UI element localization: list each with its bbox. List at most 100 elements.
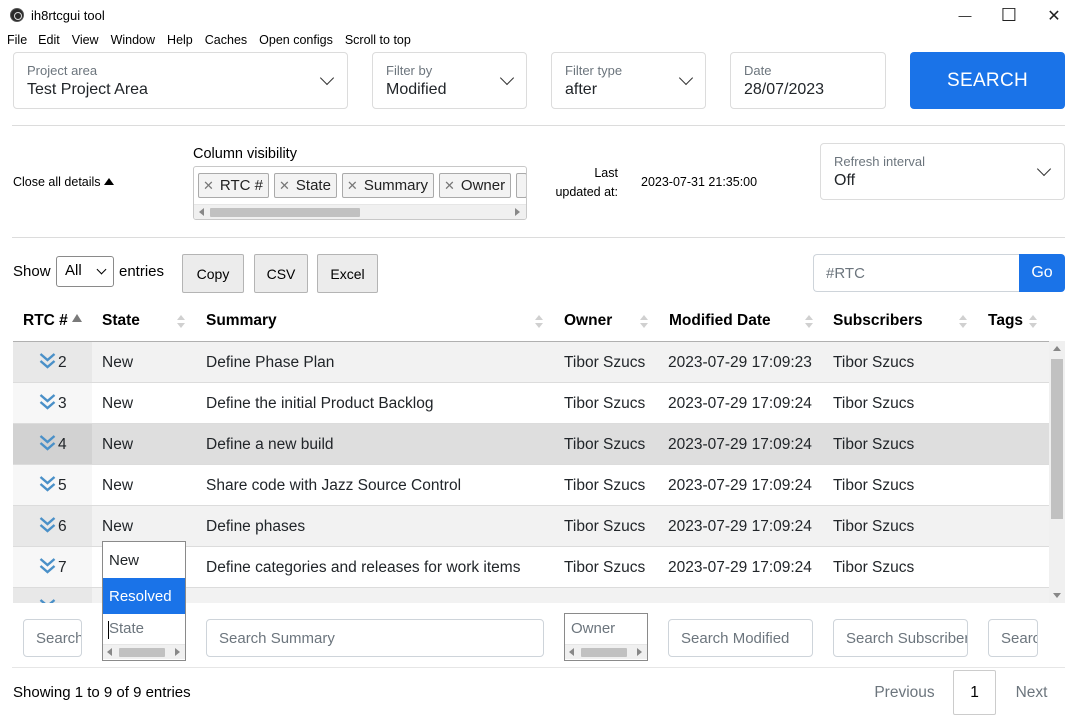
scroll-thumb[interactable] xyxy=(210,208,360,217)
go-button[interactable]: Go xyxy=(1019,254,1065,292)
expand-details-icon[interactable] xyxy=(39,516,56,534)
column-header-tags[interactable]: Tags xyxy=(988,312,1023,330)
chevron-down-icon xyxy=(319,70,335,86)
menu-view[interactable]: View xyxy=(72,31,99,51)
owner-filter-scrollbar[interactable] xyxy=(565,644,647,659)
cell-rtc[interactable]: 2 xyxy=(13,342,92,382)
menu-open-configs[interactable]: Open configs xyxy=(259,31,333,51)
rtc-number[interactable]: 2 xyxy=(58,354,67,372)
rtc-number[interactable]: 7 xyxy=(58,559,67,577)
remove-icon[interactable]: ✕ xyxy=(203,178,214,194)
column-visibility-label: Column visibility xyxy=(193,146,297,162)
scroll-right-icon[interactable] xyxy=(637,648,642,656)
date-field[interactable]: Date 28/07/2023 xyxy=(730,52,886,109)
menu-file[interactable]: File xyxy=(7,31,27,51)
cell-rtc[interactable]: 3 xyxy=(13,383,92,423)
cell-rtc[interactable]: 7 xyxy=(13,547,92,587)
rtc-number[interactable]: 4 xyxy=(58,436,67,454)
copy-button[interactable]: Copy xyxy=(182,254,244,293)
column-header-owner[interactable]: Owner xyxy=(564,312,612,330)
cell-rtc[interactable]: 4 xyxy=(13,424,92,464)
state-filter-scrollbar[interactable] xyxy=(103,644,185,659)
search-summary-input[interactable]: Search Summary xyxy=(206,619,544,657)
refresh-interval-value: Off xyxy=(834,172,856,189)
table-row[interactable]: 4 New Define a new build Tibor Szucs 2023-07… xyxy=(13,424,1049,465)
project-area-select[interactable]: Project area Test Project Area xyxy=(13,52,348,109)
scroll-left-icon[interactable] xyxy=(107,648,112,656)
rtc-number[interactable]: 6 xyxy=(58,518,67,536)
close-all-details-button[interactable]: Close all details xyxy=(13,175,114,189)
expand-details-icon[interactable] xyxy=(39,557,56,575)
scroll-left-icon[interactable] xyxy=(569,648,574,656)
table-scrollbar[interactable] xyxy=(1049,341,1065,603)
entries-length-select[interactable]: All xyxy=(56,256,114,287)
expand-details-icon[interactable] xyxy=(39,475,56,493)
cell-rtc[interactable]: 5 xyxy=(13,465,92,505)
previous-page-button[interactable]: Previous xyxy=(862,670,947,715)
menu-help[interactable]: Help xyxy=(167,31,193,51)
filter-by-select[interactable]: Filter by Modified xyxy=(372,52,527,109)
cell-rtc[interactable] xyxy=(13,588,92,603)
table-row[interactable]: 3 New Define the initial Product Backlog Ti… xyxy=(13,383,1049,424)
menu-scroll-to-top[interactable]: Scroll to top xyxy=(345,31,411,51)
owner-filter-select[interactable]: Owner xyxy=(564,613,648,661)
column-header-rtc[interactable]: RTC # xyxy=(23,312,68,330)
search-subscribers-input[interactable]: Search Subscribers xyxy=(833,619,968,657)
scroll-right-icon[interactable] xyxy=(515,208,520,216)
column-visibility-scrollbar[interactable] xyxy=(194,204,526,219)
column-header-summary[interactable]: Summary xyxy=(206,312,277,330)
search-rtc-input[interactable]: Search xyxy=(23,619,82,657)
title-bar xyxy=(0,0,1078,31)
expand-details-icon[interactable] xyxy=(39,434,56,452)
table-row[interactable]: 2 New Define Phase Plan Tibor Szucs 2023-07-… xyxy=(13,342,1049,383)
remove-icon[interactable]: ✕ xyxy=(279,178,290,194)
minimize-button[interactable]: — xyxy=(942,0,988,31)
state-option-resolved[interactable]: Resolved xyxy=(103,578,185,614)
rtc-number[interactable]: 5 xyxy=(58,477,67,495)
search-button[interactable]: SEARCH xyxy=(910,52,1065,109)
scroll-down-icon[interactable] xyxy=(1053,593,1061,598)
csv-button[interactable]: CSV xyxy=(254,254,308,293)
cell-state: New xyxy=(102,436,134,453)
cell-rtc[interactable]: 6 xyxy=(13,506,92,546)
menu-caches[interactable]: Caches xyxy=(205,31,247,51)
date-label: Date xyxy=(744,63,772,78)
sort-icon xyxy=(1029,315,1037,329)
next-page-button[interactable]: Next xyxy=(1005,670,1058,715)
table-row[interactable]: 5 New Share code with Jazz Source Control T… xyxy=(13,465,1049,506)
column-header-modified-date[interactable]: Modified Date xyxy=(669,312,771,330)
scroll-thumb[interactable] xyxy=(1051,359,1063,519)
expand-details-icon[interactable] xyxy=(39,352,56,370)
excel-button[interactable]: Excel xyxy=(317,254,378,293)
state-option-new[interactable]: New xyxy=(103,542,185,578)
page-1-button[interactable]: 1 xyxy=(953,670,996,715)
rtc-number[interactable]: 3 xyxy=(58,395,67,413)
sort-icon xyxy=(640,315,648,329)
search-modified-input[interactable]: Search Modified xyxy=(668,619,813,657)
scroll-up-icon[interactable] xyxy=(1053,346,1061,351)
refresh-interval-select[interactable]: Refresh interval Off xyxy=(820,143,1065,200)
cell-modified-date: 2023-07-29 17:09:23 xyxy=(668,354,812,371)
expand-details-icon[interactable] xyxy=(39,393,56,411)
cell-summary: Share code with Jazz Source Control xyxy=(206,477,462,494)
maximize-button[interactable]: ☐ xyxy=(986,0,1032,31)
menu-window[interactable]: Window xyxy=(111,31,155,51)
scroll-thumb[interactable] xyxy=(581,648,627,657)
remove-icon[interactable]: ✕ xyxy=(347,178,358,194)
rtc-number-input[interactable]: #RTC xyxy=(813,254,1020,292)
cell-modified-date: 2023-07-29 17:09:24 xyxy=(668,395,812,412)
sort-icon xyxy=(959,315,967,329)
search-tags-input[interactable]: Search Tags xyxy=(988,619,1038,657)
remove-icon[interactable]: ✕ xyxy=(444,178,455,194)
menu-edit[interactable]: Edit xyxy=(38,31,60,51)
column-visibility-select[interactable]: ✕ RTC # ✕ State ✕ Summary ✕ Owner xyxy=(193,166,527,220)
scroll-right-icon[interactable] xyxy=(175,648,180,656)
expand-details-icon[interactable] xyxy=(39,598,56,603)
scroll-left-icon[interactable] xyxy=(199,208,204,216)
column-header-subscribers[interactable]: Subscribers xyxy=(833,312,923,330)
scroll-thumb[interactable] xyxy=(119,648,165,657)
column-header-state[interactable]: State xyxy=(102,312,140,330)
filter-type-select[interactable]: Filter type after xyxy=(551,52,706,109)
state-filter-select[interactable]: State xyxy=(102,613,186,661)
close-button[interactable]: ✕ xyxy=(1031,0,1077,31)
